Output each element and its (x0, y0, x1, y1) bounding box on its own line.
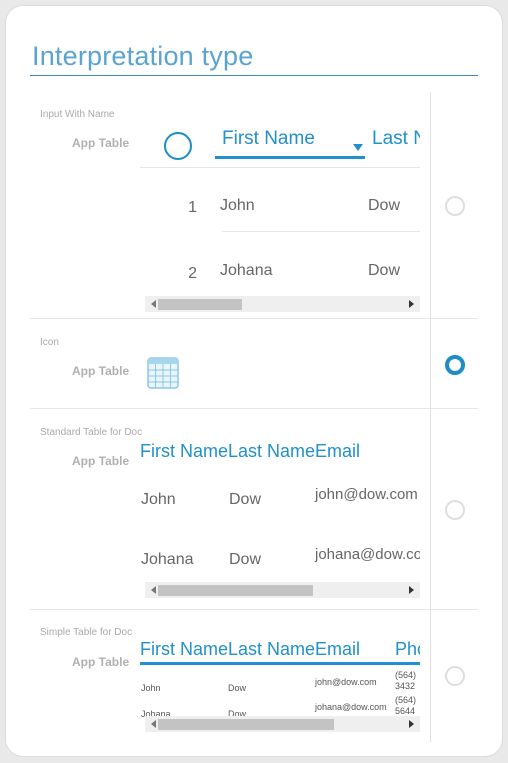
cell-email: john@dow.com (315, 486, 418, 503)
option-label: Standard Table for Doc (40, 427, 143, 438)
scroll-right-icon[interactable] (409, 586, 414, 594)
radio-input-with-name[interactable] (445, 196, 465, 216)
column-header-last-name[interactable]: Last N (372, 128, 420, 150)
cell-email: john@dow.com (315, 677, 377, 687)
table-header: First NameLast NameEmail (140, 639, 361, 659)
cell-phone-line1: (564) (395, 695, 417, 705)
horizontal-scrollbar[interactable] (145, 582, 420, 598)
scroll-right-icon[interactable] (409, 720, 414, 728)
cell-last-name: Dow (368, 262, 401, 279)
interpretation-type-card: Interpretation type Input With Name App … (5, 5, 503, 757)
header-underline (140, 662, 420, 665)
table-header: First NameLast NameEmail (140, 441, 361, 461)
table-preview: First NameLast NameEmail John Dow john@d… (140, 436, 420, 606)
cell-last-name: Dow (228, 683, 247, 693)
option-divider (30, 609, 478, 610)
option-sublabel: App Table (72, 136, 130, 150)
table-header: First Name Last N (140, 114, 420, 168)
column-header-phone: Phone (395, 639, 420, 659)
scroll-left-icon[interactable] (151, 300, 156, 308)
sort-down-icon[interactable] (353, 144, 363, 151)
cell-email: johana@dow.com (315, 546, 420, 563)
scroll-left-icon[interactable] (151, 720, 156, 728)
cell-email: johana@dow.com (315, 702, 387, 712)
cell-phone-line2: 3432 (395, 681, 416, 691)
scroll-right-icon[interactable] (409, 300, 414, 308)
cell-phone-line1: (564) (395, 670, 417, 680)
option-label: Icon (40, 337, 59, 348)
cell-first-name: John (141, 491, 176, 508)
horizontal-scrollbar[interactable] (145, 716, 420, 732)
cell-first-name: Johana (141, 551, 194, 568)
select-all-checkbox[interactable] (164, 132, 192, 160)
active-column-underline (215, 156, 365, 159)
radio-column-divider (430, 92, 431, 742)
option-divider (30, 318, 478, 319)
row-divider (222, 231, 420, 232)
radio-simple-table-for-doc[interactable] (445, 666, 465, 686)
page-title: Interpretation type (32, 41, 254, 71)
scroll-thumb[interactable] (158, 719, 334, 730)
radio-icon[interactable] (445, 355, 465, 375)
column-header-first-name[interactable]: First Name (222, 128, 315, 150)
option-sublabel: App Table (72, 655, 130, 669)
option-label: Simple Table for Doc (40, 627, 133, 638)
option-label: Input With Name (40, 109, 115, 120)
row-number: 1 (188, 199, 197, 216)
cell-first-name: Johana (220, 262, 273, 279)
scroll-thumb[interactable] (158, 585, 313, 596)
table-grid-icon (147, 357, 179, 389)
table-preview: First Name Last N 1 John Dow 2 Johana Do… (140, 114, 420, 314)
option-sublabel: App Table (72, 454, 130, 468)
table-preview: First NameLast NameEmail Phone John Dow … (140, 637, 420, 717)
row-number: 2 (188, 265, 197, 282)
cell-last-name: Dow (229, 551, 262, 568)
cell-last-name: Dow (368, 197, 401, 214)
cell-first-name: John (141, 683, 161, 693)
scroll-thumb[interactable] (158, 299, 242, 310)
option-sublabel: App Table (72, 364, 130, 378)
scroll-left-icon[interactable] (151, 586, 156, 594)
radio-standard-table-for-doc[interactable] (445, 500, 465, 520)
cell-last-name: Dow (229, 491, 262, 508)
option-divider (30, 408, 478, 409)
horizontal-scrollbar[interactable] (145, 296, 420, 312)
cell-first-name: John (220, 197, 255, 214)
title-underline (30, 75, 478, 76)
